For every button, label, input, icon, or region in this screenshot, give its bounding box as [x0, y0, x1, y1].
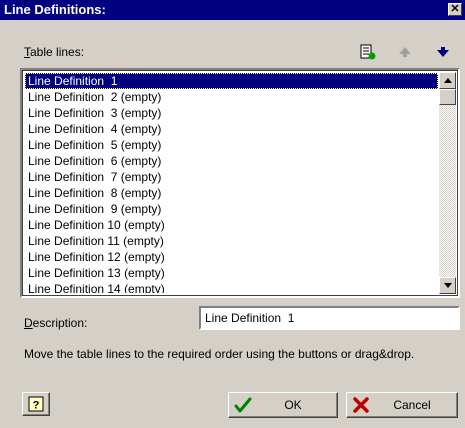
window-title: Line Definitions: [4, 2, 106, 17]
scroll-up-arrow-icon [443, 78, 452, 83]
add-line-button[interactable] [358, 42, 378, 62]
move-up-icon [399, 47, 411, 57]
table-lines-list[interactable]: Line Definition 1 Line Definition 2 (empt… [20, 68, 460, 298]
cancel-label: Cancel [393, 398, 431, 412]
list-item[interactable]: Line Definition 14 (empty) [25, 281, 438, 293]
move-up-button[interactable] [395, 42, 415, 62]
list-item[interactable]: Line Definition 12 (empty) [25, 249, 438, 265]
cancel-button[interactable]: Cancel [346, 392, 458, 418]
add-line-icon [360, 44, 376, 60]
list-item[interactable]: Line Definition 6 (empty) [25, 153, 438, 169]
description-input[interactable] [199, 306, 460, 330]
move-down-button[interactable] [433, 42, 453, 62]
scroll-up-button[interactable] [439, 72, 456, 89]
line-definitions-dialog: Line Definitions: ✕ Table lines: Line De… [0, 0, 465, 428]
svg-text:?: ? [33, 400, 40, 412]
list-item[interactable]: Line Definition 1 [25, 73, 438, 89]
ok-button[interactable]: OK [228, 392, 338, 418]
scroll-thumb[interactable] [439, 89, 456, 105]
hint-text: Move the table lines to the required ord… [24, 347, 415, 361]
help-icon: ? [28, 396, 44, 412]
table-lines-label: Table lines: [24, 45, 85, 59]
scroll-down-button[interactable] [439, 277, 456, 294]
list-item[interactable]: Line Definition 10 (empty) [25, 217, 438, 233]
list-item[interactable]: Line Definition 2 (empty) [25, 89, 438, 105]
close-icon: ✕ [450, 3, 460, 15]
description-label: Description: [24, 316, 88, 330]
close-button[interactable]: ✕ [448, 3, 462, 16]
help-button[interactable]: ? [22, 392, 50, 416]
list-item[interactable]: Line Definition 8 (empty) [25, 185, 438, 201]
vertical-scrollbar[interactable] [439, 72, 456, 294]
list-item[interactable]: Line Definition 9 (empty) [25, 201, 438, 217]
list-item[interactable]: Line Definition 3 (empty) [25, 105, 438, 121]
list-items: Line Definition 1 Line Definition 2 (empt… [25, 73, 438, 293]
list-item[interactable]: Line Definition 7 (empty) [25, 169, 438, 185]
list-item[interactable]: Line Definition 11 (empty) [25, 233, 438, 249]
list-item[interactable]: Line Definition 5 (empty) [25, 137, 438, 153]
move-down-icon [437, 47, 449, 57]
red-x-icon [347, 397, 375, 413]
list-item[interactable]: Line Definition 4 (empty) [25, 121, 438, 137]
list-item[interactable]: Line Definition 13 (empty) [25, 265, 438, 281]
checkmark-icon [229, 397, 257, 413]
title-bar: Line Definitions: ✕ [0, 0, 465, 20]
scroll-down-arrow-icon [443, 283, 452, 288]
ok-label: OK [284, 398, 302, 412]
